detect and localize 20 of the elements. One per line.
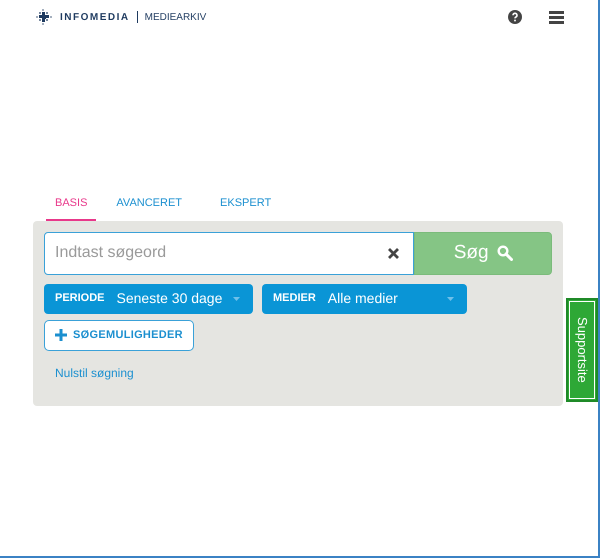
filter-dropdown[interactable]: PERIODE Seneste 30 dage [44, 284, 253, 314]
product-name: MEDIEARKIV [144, 10, 206, 24]
reset-search-link[interactable]: Nulstil søgning [55, 364, 134, 382]
menu-icon[interactable] [549, 10, 564, 24]
plus-icon [55, 329, 67, 341]
brand-name: INFOMEDIA [60, 10, 130, 24]
caret-icon [233, 296, 240, 300]
caret-icon [447, 296, 454, 300]
tab[interactable]: AVANCERET [98, 195, 200, 220]
filter-dropdown[interactable]: MEDIER Alle medier [262, 284, 467, 314]
supportsite-tab[interactable]: Supportsite [566, 298, 598, 402]
close-icon[interactable] [387, 246, 400, 260]
tab[interactable]: EKSPERT [202, 195, 290, 220]
search-icon [496, 245, 513, 261]
search-field[interactable]: Indtast søgeord [44, 232, 414, 274]
search-options-button[interactable]: SØGEMULIGHEDER [44, 320, 194, 350]
divider [136, 11, 138, 23]
logo-icon [35, 8, 53, 26]
help-icon[interactable] [508, 10, 522, 24]
search-button[interactable]: Søg [414, 232, 552, 274]
